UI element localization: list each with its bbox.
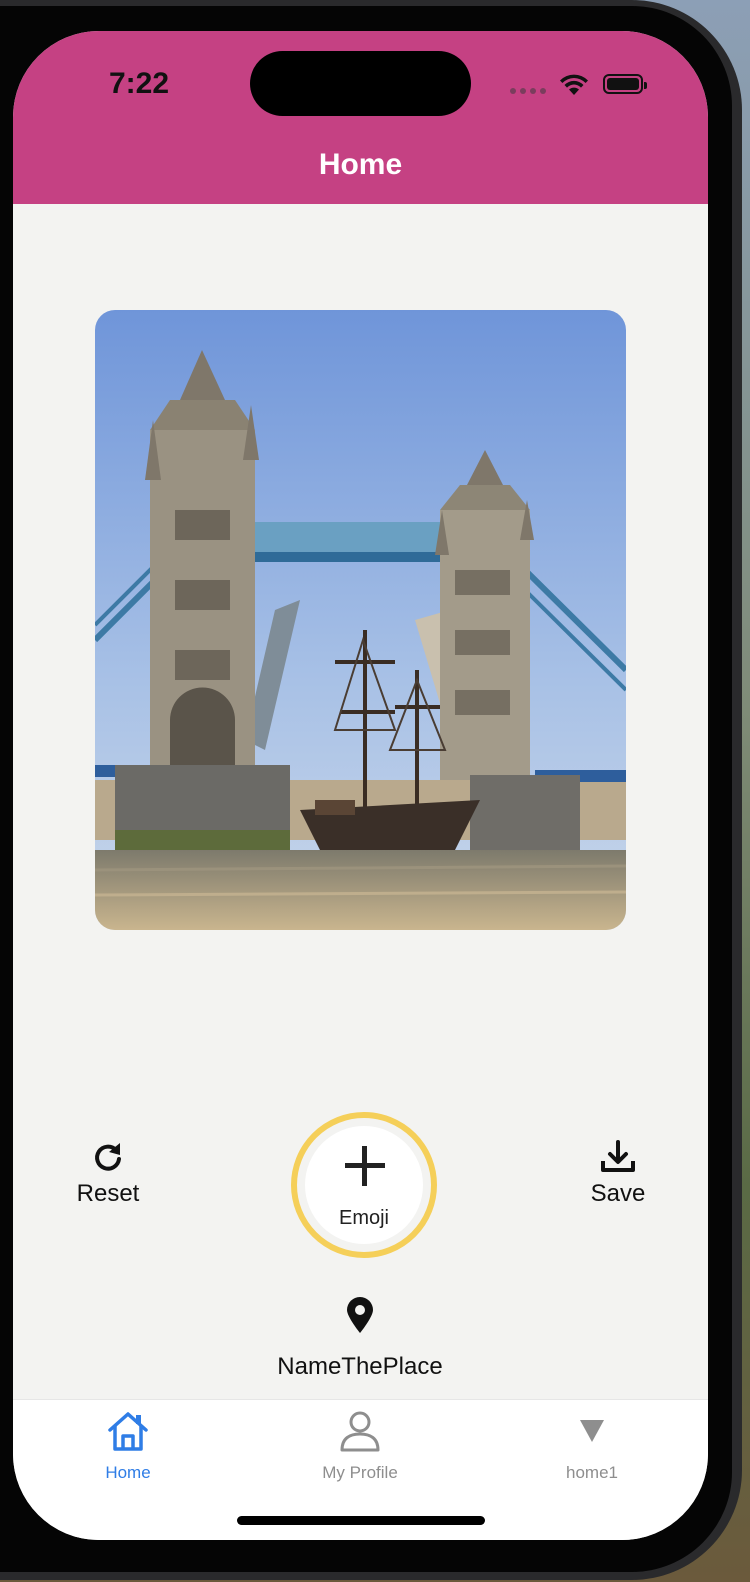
reset-label: Reset bbox=[76, 1180, 140, 1207]
signal-dots-icon bbox=[510, 88, 546, 94]
header-bar: 7:22 Home bbox=[13, 31, 708, 204]
person-icon bbox=[340, 1411, 380, 1452]
app-screen: 7:22 Home Reset Emoji Save NameThePlace … bbox=[13, 31, 708, 1540]
home-indicator[interactable] bbox=[237, 1516, 485, 1525]
place-label: NameThePlace bbox=[277, 1353, 443, 1380]
name-the-place-button[interactable]: NameThePlace bbox=[240, 1296, 480, 1381]
tab-home1[interactable]: home1 bbox=[502, 1410, 682, 1483]
tab-home-label: Home bbox=[105, 1463, 151, 1482]
emoji-label: Emoji bbox=[338, 1207, 389, 1229]
triangle-down-icon bbox=[580, 1420, 604, 1442]
save-button[interactable]: Save bbox=[568, 1139, 668, 1208]
house-icon bbox=[108, 1412, 148, 1451]
status-icons bbox=[510, 71, 660, 97]
battery-icon bbox=[603, 74, 647, 94]
main-photo bbox=[95, 310, 626, 930]
save-label: Save bbox=[590, 1180, 646, 1207]
status-time: 7:22 bbox=[109, 67, 170, 100]
emoji-button-face: Emoji bbox=[305, 1126, 423, 1244]
tab-my-profile-label: My Profile bbox=[322, 1463, 398, 1482]
tab-home1-label: home1 bbox=[566, 1463, 618, 1482]
map-pin-icon bbox=[347, 1297, 373, 1333]
refresh-icon bbox=[95, 1143, 121, 1171]
download-icon bbox=[601, 1140, 635, 1172]
tab-my-profile[interactable]: My Profile bbox=[270, 1410, 450, 1483]
add-emoji-button[interactable]: Emoji bbox=[291, 1112, 437, 1258]
page-title: Home bbox=[318, 148, 403, 181]
reset-button[interactable]: Reset bbox=[63, 1139, 153, 1208]
dynamic-island bbox=[250, 51, 471, 116]
wifi-icon bbox=[560, 74, 588, 95]
plus-icon bbox=[345, 1146, 385, 1186]
tab-home[interactable]: Home bbox=[38, 1410, 218, 1483]
